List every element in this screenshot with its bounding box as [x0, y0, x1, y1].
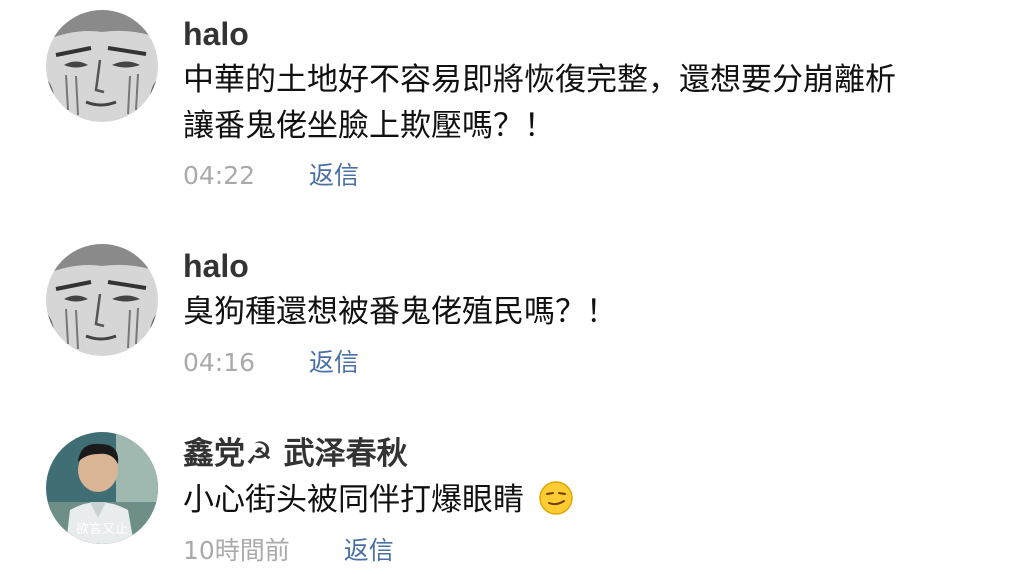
username[interactable]: 鑫党☭ 武泽春秋 — [183, 434, 408, 474]
reply-button[interactable]: 返信 — [344, 535, 394, 567]
smirking-face-emoji-icon — [539, 481, 573, 515]
timestamp: 10時間前 — [183, 536, 290, 565]
comment-text: 小心街头被同伴打爆眼睛 — [183, 477, 1003, 523]
comment-item: 欲言又止 鑫党☭ 武泽春秋 小心街头被同伴打爆眼睛 10時間前 返信 — [0, 0, 1024, 574]
comment-meta: 10時間前 返信 — [183, 535, 394, 567]
user-avatar[interactable]: 欲言又止 — [46, 432, 158, 544]
comment-line: 小心街头被同伴打爆眼睛 — [183, 482, 524, 518]
avatar-caption: 欲言又止 — [75, 522, 128, 537]
